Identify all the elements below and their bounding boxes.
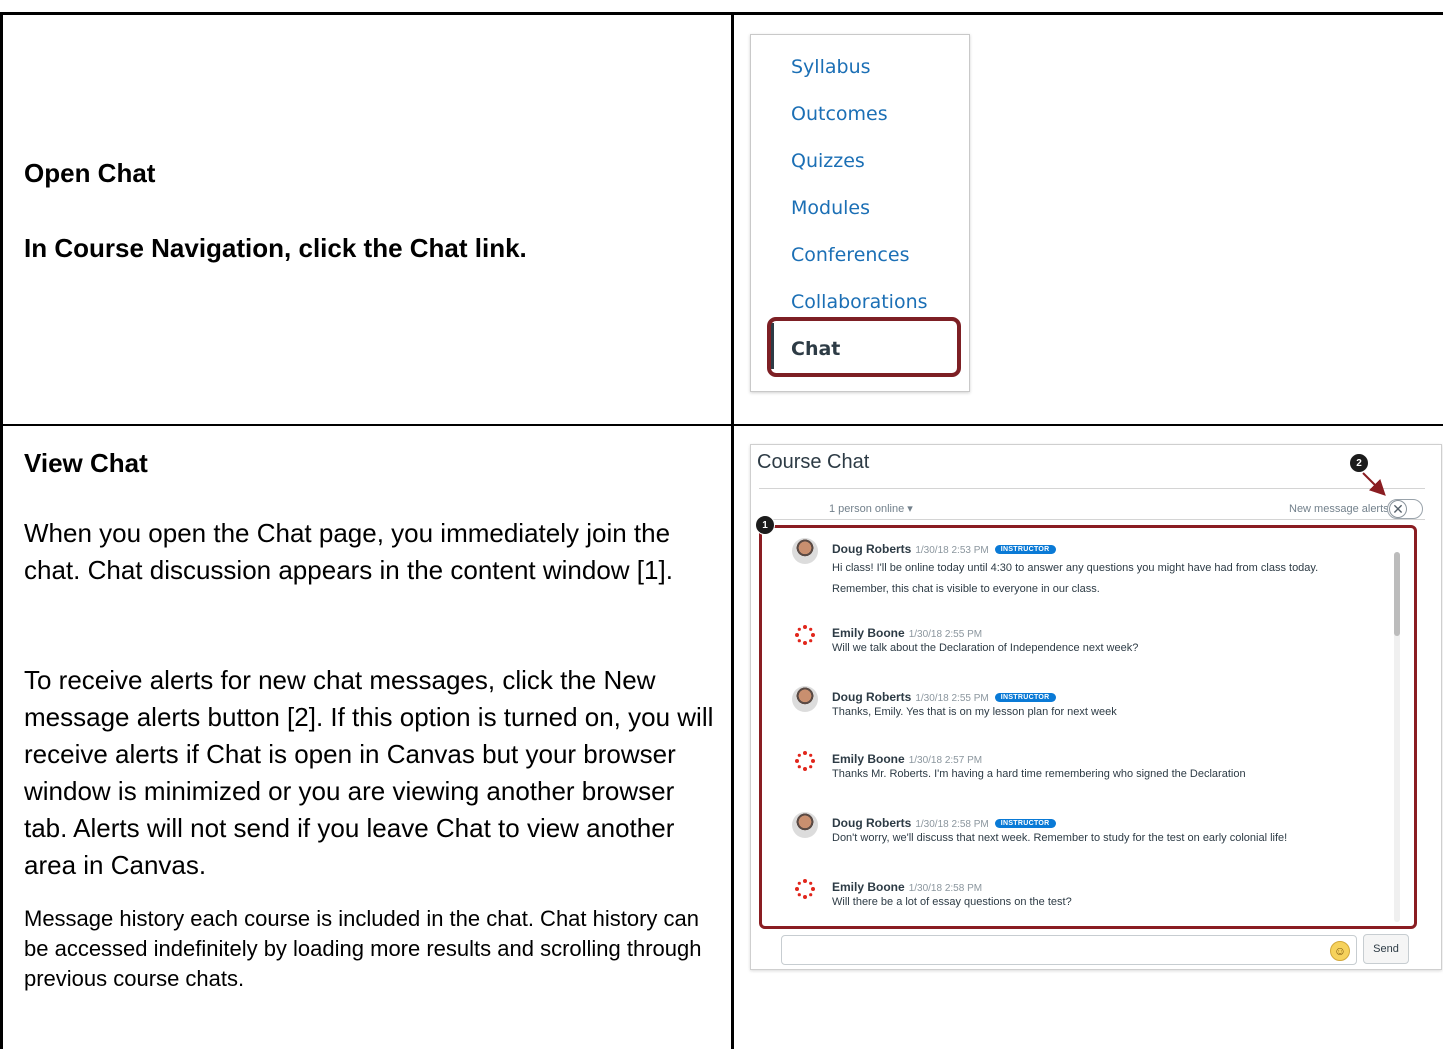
message-text: Will we talk about the Declaration of In… [832,642,1139,654]
step1-heading: Open Chat [24,158,156,188]
message-author-line: Doug Roberts 1/30/18 2:58 PM INSTRUCTOR [832,816,1056,830]
message-author-line: Emily Boone 1/30/18 2:58 PM [832,880,982,894]
message-author: Emily Boone [832,880,905,894]
chat-message-input[interactable] [781,935,1357,965]
message-time: 1/30/18 2:58 PM [915,819,989,830]
message-author-line: Emily Boone 1/30/18 2:57 PM [832,752,982,766]
instructor-badge: INSTRUCTOR [994,819,1056,828]
message-text: Thanks Mr. Roberts. I'm having a hard ti… [832,768,1246,780]
chat-message: Emily Boone 1/30/18 2:55 PM Will we talk … [792,622,1392,662]
chat-highlight-box [767,317,961,377]
table-divider-vertical [731,12,734,1049]
message-text: Remember, this chat is visible to everyo… [832,583,1100,595]
send-button[interactable]: Send [1363,934,1409,964]
chat-message: Emily Boone 1/30/18 2:58 PM Will there be… [792,876,1392,916]
message-time: 1/30/18 2:57 PM [908,755,983,766]
table-border-top [0,12,1443,15]
messages-scrollbar[interactable] [1394,552,1400,922]
nav-item-modules[interactable]: Modules [791,197,870,219]
instructor-badge: INSTRUCTOR [994,693,1056,702]
message-author: Doug Roberts [832,690,912,704]
chat-message: Doug Roberts 1/30/18 2:55 PM INSTRUCTOR Th… [792,686,1392,726]
message-author: Emily Boone [832,626,905,640]
table-border-left [0,12,3,1049]
table-divider-horizontal [0,424,1443,426]
nav-item-outcomes[interactable]: Outcomes [791,103,888,125]
message-author: Emily Boone [832,752,905,766]
nav-item-collaborations[interactable]: Collaborations [791,291,928,313]
course-navigation: Syllabus Outcomes Quizzes Modules Confer… [750,34,970,392]
message-text: Don't worry, we'll discuss that next wee… [832,832,1288,844]
emoji-icon[interactable]: ☺ [1330,941,1350,961]
canvas-logo-icon [795,625,815,645]
step2-paragraph-3: Message history each course is included … [24,906,702,991]
chat-message: Emily Boone 1/30/18 2:57 PM Thanks Mr. Ro… [792,748,1392,788]
chat-message: Doug Roberts 1/30/18 2:58 PM INSTRUCTOR Do… [792,812,1392,852]
message-author-line: Emily Boone 1/30/18 2:55 PM [832,626,982,640]
nav-item-conferences[interactable]: Conferences [791,244,909,266]
course-chat-window: Course Chat 1 person online ▾ New messag… [750,444,1442,970]
message-text: Will there be a lot of essay questions o… [832,896,1072,908]
message-time: 1/30/18 2:55 PM [915,693,989,704]
message-author: Doug Roberts [832,816,912,830]
step2-paragraph-2: To receive alerts for new chat messages,… [24,665,714,880]
message-author-line: Doug Roberts 1/30/18 2:55 PM INSTRUCTOR [832,690,1056,704]
canvas-logo-icon [795,879,815,899]
canvas-logo-icon [795,751,815,771]
message-time: 1/30/18 2:58 PM [908,883,983,894]
message-time: 1/30/18 2:55 PM [908,629,983,640]
avatar [792,686,818,712]
callout-arrow [1362,472,1386,496]
nav-item-quizzes[interactable]: Quizzes [791,150,865,172]
avatar [792,812,818,838]
nav-item-syllabus[interactable]: Syllabus [791,56,871,78]
chat-messages-panel[interactable]: Doug Roberts 1/30/18 2:53 PM INSTRUCTOR Hi… [759,525,1417,929]
step2-paragraph-1: When you open the Chat page, you immedia… [24,518,673,585]
message-text: Thanks, Emily. Yes that is on my lesson … [832,706,1117,718]
step1-instruction: In Course Navigation, click the Chat lin… [24,233,527,263]
step2-heading: View Chat [24,448,148,478]
